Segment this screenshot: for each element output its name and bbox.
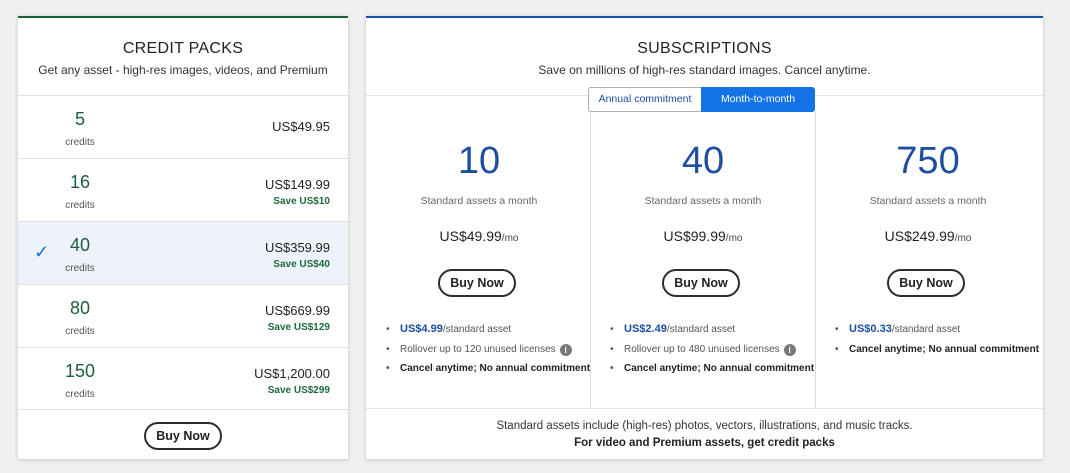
plan-buy-now-button[interactable]: Buy Now xyxy=(438,269,516,297)
per-asset-suffix: /standard asset xyxy=(442,324,512,335)
credit-savings: Save US$40 xyxy=(273,259,330,270)
credit-price: US$669.99 xyxy=(264,303,330,318)
plan-asset-count: 40 xyxy=(681,140,725,182)
subscriptions-panel: SUBSCRIPTIONS Save on millions of high-r… xyxy=(366,16,1043,459)
credit-pack-option-150[interactable]: 150 credits US$1,200.00 Save US$299 xyxy=(18,347,348,410)
credit-count: 16 xyxy=(69,172,91,192)
plan-description: Standard assets a month xyxy=(644,195,762,207)
plan-description: Standard assets a month xyxy=(420,195,538,207)
rollover-text: Rollover up to 120 unused licenses xyxy=(400,343,556,355)
plan-buy-now-button[interactable]: Buy Now xyxy=(887,269,965,297)
credit-price: US$49.95 xyxy=(272,119,330,134)
credit-pack-option-16[interactable]: 16 credits US$149.99 Save US$10 xyxy=(18,158,348,221)
credit-pack-option-5[interactable]: 5 credits US$49.95 xyxy=(18,95,348,158)
feature-cancel: Cancel anytime; No annual commitment xyxy=(386,359,590,379)
plan-asset-count: 10 xyxy=(457,140,501,182)
per-asset-price: US$0.33 xyxy=(849,323,892,335)
plan-price: US$99.99/mo xyxy=(590,228,816,244)
credit-pack-option-40[interactable]: ✓ 40 credits US$359.99 Save US$40 xyxy=(18,221,348,284)
plan-features: US$0.33/standard asset Cancel anytime; N… xyxy=(835,320,1039,359)
feature-per-asset: US$4.99/standard asset xyxy=(386,320,590,340)
credit-count: 80 xyxy=(69,298,91,318)
credit-savings: Save US$299 xyxy=(267,385,330,396)
credit-unit: credits xyxy=(65,263,95,274)
plan-10: 10 Standard assets a month US$49.99/mo B… xyxy=(366,18,592,408)
credit-count: 150 xyxy=(64,361,96,381)
per-asset-suffix: /standard asset xyxy=(666,324,736,335)
info-icon[interactable]: i xyxy=(783,343,796,356)
credit-unit: credits xyxy=(65,137,95,148)
plan-features: US$2.49/standard asset Rollover up to 48… xyxy=(610,320,814,379)
credit-unit: credits xyxy=(65,389,95,400)
checkmark-icon: ✓ xyxy=(34,242,50,262)
credit-count: 5 xyxy=(74,109,85,129)
feature-cancel: Cancel anytime; No annual commitment xyxy=(835,340,1039,360)
feature-rollover: Rollover up to 120 unused licensesi xyxy=(386,340,590,360)
feature-cancel: Cancel anytime; No annual commitment xyxy=(610,359,814,379)
per-asset-suffix: /standard asset xyxy=(891,324,961,335)
plan-750: 750 Standard assets a month US$249.99/mo… xyxy=(815,18,1041,408)
plan-asset-count: 750 xyxy=(896,140,960,182)
info-icon[interactable]: i xyxy=(559,343,572,356)
credit-pack-option-80[interactable]: 80 credits US$669.99 Save US$129 xyxy=(18,284,348,347)
feature-per-asset: US$2.49/standard asset xyxy=(610,320,814,340)
subscription-footnote: Standard assets include (high-res) photo… xyxy=(496,420,913,432)
credit-unit: credits xyxy=(65,326,95,337)
per-asset-price: US$2.49 xyxy=(624,323,667,335)
credit-packs-title: CREDIT PACKS xyxy=(122,40,244,57)
divider xyxy=(366,408,1043,409)
plan-description: Standard assets a month xyxy=(869,195,987,207)
plan-features: US$4.99/standard asset Rollover up to 12… xyxy=(386,320,590,379)
credit-unit: credits xyxy=(65,200,95,211)
credit-savings: Save US$10 xyxy=(273,196,330,207)
feature-per-asset: US$0.33/standard asset xyxy=(835,320,1039,340)
plan-price-period: /mo xyxy=(954,233,972,244)
plan-price-period: /mo xyxy=(725,233,743,244)
plan-price-amount: US$99.99 xyxy=(663,228,726,244)
credit-packs-panel: CREDIT PACKS Get any asset - high-res im… xyxy=(18,16,348,459)
credit-price: US$1,200.00 xyxy=(254,366,330,381)
plan-price: US$249.99/mo xyxy=(815,228,1041,244)
credit-savings: Save US$129 xyxy=(267,322,330,333)
credit-price: US$359.99 xyxy=(264,240,330,255)
rollover-text: Rollover up to 480 unused licenses xyxy=(624,343,780,355)
credit-price: US$149.99 xyxy=(264,177,330,192)
credit-count: 40 xyxy=(69,235,91,255)
plan-buy-now-button[interactable]: Buy Now xyxy=(662,269,740,297)
subscription-footnote-bold: For video and Premium assets, get credit… xyxy=(574,437,835,449)
plan-price-amount: US$249.99 xyxy=(884,228,955,244)
credit-packs-buy-now-button[interactable]: Buy Now xyxy=(144,422,222,450)
plan-40: 40 Standard assets a month US$99.99/mo B… xyxy=(590,18,816,408)
plan-price-period: /mo xyxy=(501,233,519,244)
feature-rollover: Rollover up to 480 unused licensesi xyxy=(610,340,814,360)
per-asset-price: US$4.99 xyxy=(400,323,443,335)
plan-price-amount: US$49.99 xyxy=(439,228,502,244)
plan-price: US$49.99/mo xyxy=(366,228,592,244)
credit-packs-subtitle: Get any asset - high-res images, videos,… xyxy=(38,63,328,77)
